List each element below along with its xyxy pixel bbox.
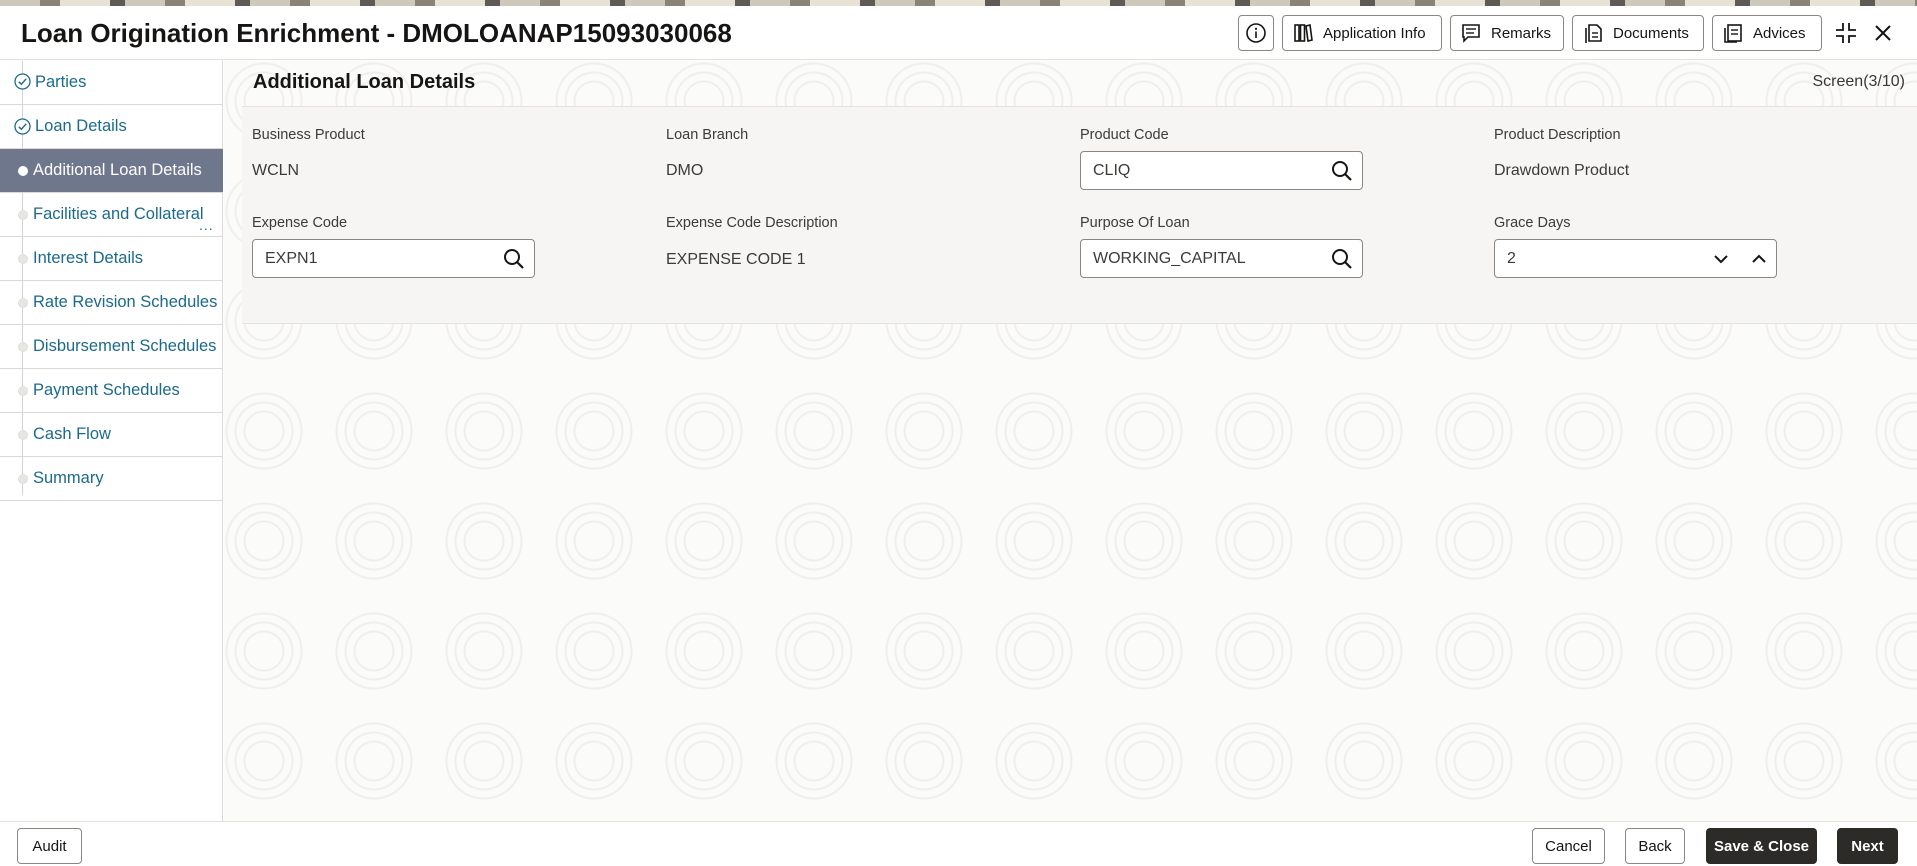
search-icon[interactable] [503,248,525,270]
grace-days-value: 2 [1507,250,1516,267]
advices-icon [1724,24,1742,43]
expense-code-description-value: EXPENSE CODE 1 [666,251,806,268]
sidebar-item-label: Summary [33,469,104,487]
more-ellipsis: ... [199,217,214,233]
sidebar-item-label: Facilities and Collateral [33,205,204,223]
app-header: Loan Origination Enrichment - DMOLOANAP1… [0,6,1917,60]
page-title: Loan Origination Enrichment - DMOLOANAP1… [21,18,732,48]
application-info-icon [1294,24,1313,42]
info-button[interactable] [1238,15,1274,51]
screen-indicator: Screen(3/10) [1812,73,1906,90]
business-product-value: WCLN [252,162,300,179]
sidebar-item-cash-flow[interactable]: Cash Flow [0,413,223,457]
documents-icon [1585,24,1602,43]
check-circle-icon [14,118,31,135]
sidebar-item-label: Cash Flow [33,425,111,443]
loan-branch-label: Loan Branch [666,127,749,143]
product-description-label: Product Description [1494,127,1621,143]
step-dot [18,342,28,352]
step-dot [18,210,28,220]
sidebar-item-parties[interactable]: Parties [0,61,223,105]
sidebar-item-rate-revision-schedules[interactable]: Rate Revision Schedules [0,281,223,325]
footer-bar: Audit Cancel Back Save & Close Next [0,821,1917,866]
main-content: Additional Loan Details Screen(3/10) Bus… [224,61,1917,821]
chevron-down-icon[interactable] [1712,250,1730,268]
sidebar-item-label: Additional Loan Details [33,161,202,179]
advices-label: Advices [1753,24,1806,42]
sidebar-item-label: Interest Details [33,249,144,267]
info-icon [1246,23,1266,43]
loan-branch-value: DMO [666,162,704,179]
documents-label: Documents [1613,24,1689,42]
expense-code-field[interactable]: EXPN1 [252,239,535,278]
active-step-dot [18,166,28,176]
application-info-label: Application Info [1323,24,1426,42]
back-button[interactable]: Back [1625,828,1685,864]
expense-code-label: Expense Code [252,215,348,231]
expense-code-description-label: Expense Code Description [666,215,838,231]
step-dot [18,474,28,484]
purpose-of-loan-field[interactable]: WORKING_CAPITAL [1080,239,1363,278]
sidebar-item-label: Rate Revision Schedules [33,293,218,311]
sidebar-item-disbursement-schedules[interactable]: Disbursement Schedules [0,325,223,369]
product-code-label: Product Code [1080,127,1169,143]
remarks-label: Remarks [1490,24,1551,42]
product-description-value: Drawdown Product [1494,162,1630,179]
search-icon[interactable] [1331,160,1353,182]
sidebar-item-facilities-and-collateral[interactable]: Facilities and Collateral ... [0,193,223,237]
search-icon[interactable] [1331,248,1353,270]
business-product-label: Business Product [252,127,365,143]
sidebar-item-loan-details[interactable]: Loan Details [0,105,223,149]
sidebar-item-label: Loan Details [35,117,127,135]
product-code-value: CLIQ [1093,162,1131,179]
sidebar-item-additional-loan-details[interactable]: Additional Loan Details [0,149,223,193]
application-info-button[interactable]: Application Info [1282,15,1442,51]
documents-button[interactable]: Documents [1572,15,1704,51]
check-circle-icon [14,73,31,90]
advices-button[interactable]: Advices [1712,15,1822,51]
sidebar-item-interest-details[interactable]: Interest Details [0,237,223,281]
grace-days-stepper[interactable]: 2 [1494,239,1777,278]
remarks-icon [1462,24,1480,43]
cancel-button[interactable]: Cancel [1532,828,1605,864]
purpose-of-loan-label: Purpose Of Loan [1080,215,1190,231]
additional-loan-details-panel: Business Product WCLN Loan Branch DMO Pr… [242,106,1917,324]
expense-code-value: EXPN1 [265,250,318,267]
close-button[interactable] [1871,21,1895,45]
minimize-button[interactable] [1834,21,1858,45]
sidebar-item-payment-schedules[interactable]: Payment Schedules [0,369,223,413]
step-dot [18,298,28,308]
sidebar-item-summary[interactable]: Summary [0,457,223,501]
sidebar-item-label: Parties [35,73,87,91]
minimize-icon [1836,23,1856,43]
step-dot [18,430,28,440]
remarks-button[interactable]: Remarks [1450,15,1564,51]
section-title: Additional Loan Details [253,71,476,93]
chevron-up-icon[interactable] [1750,250,1768,268]
grace-days-label: Grace Days [1494,215,1571,231]
step-dot [18,254,28,264]
purpose-of-loan-value: WORKING_CAPITAL [1093,250,1246,267]
audit-button[interactable]: Audit [17,828,82,864]
sidebar-item-label: Disbursement Schedules [33,337,217,355]
product-code-field[interactable]: CLIQ [1080,151,1363,190]
save-close-button[interactable]: Save & Close [1706,828,1817,864]
sidebar-item-label: Payment Schedules [33,381,180,399]
close-icon [1875,25,1891,41]
next-button[interactable]: Next [1837,828,1898,864]
step-dot [18,386,28,396]
train-stop-navigation: Parties Loan Details Additional Loan Det… [0,61,223,821]
